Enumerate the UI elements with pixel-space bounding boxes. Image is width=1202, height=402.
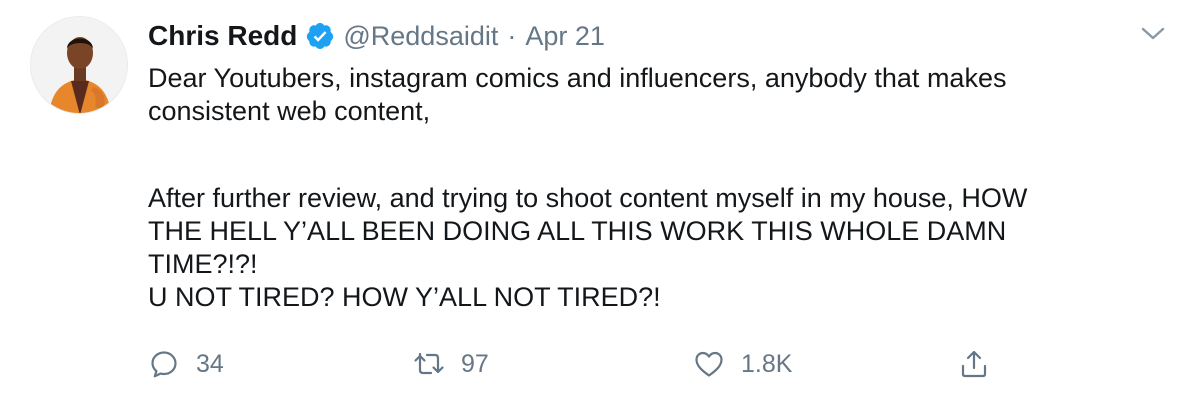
retweet-icon	[414, 352, 444, 375]
tweet-line: Dear Youtubers, instagram comics and inf…	[148, 63, 1007, 93]
tweet-card: Chris Redd @Reddsaidit · Apr 21 Dear You…	[0, 0, 1202, 402]
avatar[interactable]	[30, 16, 128, 114]
reply-button[interactable]: 34	[148, 346, 224, 382]
action-bar: 34 97 1.8K	[148, 346, 1008, 382]
share-icon	[961, 350, 987, 378]
tweet-text: Dear Youtubers, instagram comics and inf…	[148, 62, 1178, 314]
chevron-down-icon[interactable]	[1138, 22, 1168, 46]
reply-count: 34	[196, 349, 224, 378]
tweet-line: TIME?!?!	[148, 249, 258, 279]
like-button[interactable]: 1.8K	[693, 346, 792, 382]
tweet-header: Chris Redd @Reddsaidit · Apr 21	[148, 18, 605, 54]
reply-icon	[151, 351, 177, 378]
like-count: 1.8K	[741, 349, 793, 378]
tweet-line: THE HELL Y’ALL BEEN DOING ALL THIS WORK …	[148, 216, 1007, 246]
verified-badge-icon	[305, 21, 335, 51]
handle[interactable]: @Reddsaidit	[343, 21, 498, 52]
tweet-line: consistent web content,	[148, 96, 431, 126]
heart-icon	[695, 351, 723, 377]
tweet-date[interactable]: Apr 21	[525, 21, 605, 52]
tweet-line: U NOT TIRED? HOW Y’ALL NOT TIRED?!	[148, 282, 661, 312]
separator-dot: ·	[507, 20, 517, 51]
retweet-count: 97	[461, 349, 489, 378]
tweet-line: After further review, and trying to shoo…	[148, 183, 1028, 213]
display-name[interactable]: Chris Redd	[148, 20, 297, 52]
profile-photo	[31, 17, 127, 113]
share-button[interactable]	[958, 346, 990, 382]
retweet-button[interactable]: 97	[413, 346, 489, 382]
